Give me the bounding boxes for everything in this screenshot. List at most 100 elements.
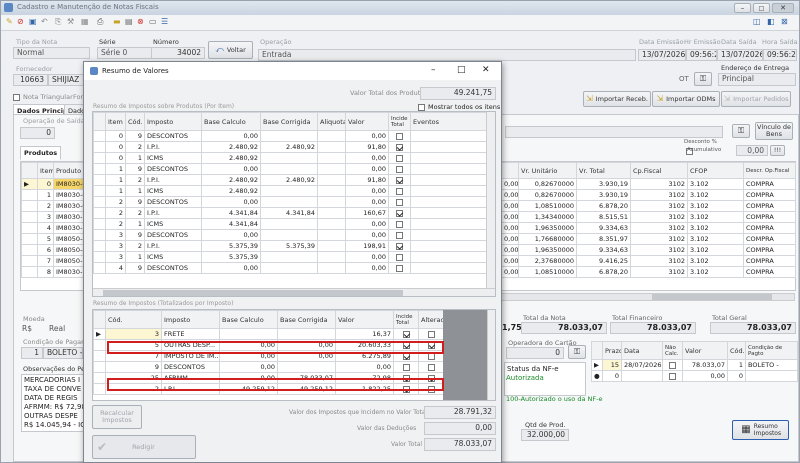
vinculo-bens-button[interactable]: Vínculo de Bens bbox=[755, 122, 793, 140]
tab-produtos[interactable]: Produtos bbox=[20, 146, 62, 160]
table-row[interactable]: 0,00 1,76680000 8.351,97 3102 3.102 COMPRA bbox=[501, 233, 796, 245]
table-row[interactable]: 8 IM8030-1 bbox=[21, 266, 90, 278]
incide-checkbox[interactable] bbox=[396, 264, 403, 272]
importar-odms-button[interactable]: ⇲ Importar ODMs bbox=[652, 91, 720, 107]
dialog-maximize-button[interactable]: □ bbox=[457, 65, 466, 75]
table-row[interactable]: 0,00 0,82670000 3.930,19 3102 3.102 COMPRA bbox=[501, 189, 796, 201]
condicao-code-field[interactable]: 1 bbox=[21, 347, 43, 359]
table-row[interactable]: 2 IM8030-0 bbox=[21, 200, 90, 212]
serie-field[interactable]: Série 0 bbox=[97, 47, 152, 59]
dialog-minimize-button[interactable]: – bbox=[431, 65, 436, 75]
incide-checkbox[interactable] bbox=[396, 242, 403, 250]
print-icon[interactable]: ⎙ bbox=[97, 18, 103, 26]
table-row[interactable]: 0 1 ICMS 2.480,92 0,00 bbox=[93, 152, 487, 164]
cancel-icon[interactable]: ⊘ bbox=[17, 18, 24, 26]
table-row[interactable]: 5 IM8050-8 bbox=[21, 233, 90, 245]
incide-checkbox[interactable] bbox=[402, 363, 410, 371]
undo-icon[interactable]: ↶ bbox=[41, 18, 48, 26]
save-icon[interactable]: ▣ bbox=[29, 18, 37, 26]
naocalc-checkbox[interactable] bbox=[669, 372, 676, 380]
table-row[interactable]: 0,00 1,34340000 8.515,51 3102 3.102 COMPRA bbox=[501, 211, 796, 223]
dialog-close-button[interactable]: ✕ bbox=[482, 65, 490, 75]
alterado-checkbox[interactable] bbox=[427, 330, 435, 338]
table-row[interactable]: 0,00 0,82670000 3.930,19 3102 3.102 COMPRA bbox=[501, 178, 796, 190]
table-row[interactable]: ● 0 0,00 0 bbox=[591, 370, 798, 382]
operadora-search-button[interactable]: ⚿ bbox=[568, 345, 586, 359]
hscroll-thumb[interactable] bbox=[103, 290, 403, 296]
table-row[interactable]: 9 DESCONTOS 0,00 0,00 bbox=[93, 361, 444, 373]
importar-pedidos-button[interactable]: ⇲ Importar Pedidos bbox=[721, 91, 791, 107]
window-close-icon[interactable]: ⊠ bbox=[781, 18, 788, 26]
table-row[interactable]: 2 9 DESCONTOS 0,00 0,00 bbox=[93, 196, 487, 208]
table-row[interactable]: 1 9 DESCONTOS 0,00 0,00 bbox=[93, 163, 487, 175]
table-row[interactable]: 3 1 ICMS 5.375,39 0,00 bbox=[93, 251, 487, 263]
key-button-2[interactable]: ⚿ bbox=[732, 124, 750, 138]
minimize-button[interactable]: – bbox=[734, 3, 751, 13]
report-icon[interactable]: ▤ bbox=[125, 18, 133, 26]
table-row[interactable]: 4 9 DESCONTOS 0,00 0,00 bbox=[93, 262, 487, 274]
folder-icon[interactable]: ▬ bbox=[113, 18, 121, 26]
window-tile-icon[interactable]: ◫ bbox=[753, 18, 761, 26]
incide-checkbox[interactable] bbox=[396, 231, 403, 239]
incide-checkbox[interactable] bbox=[396, 143, 403, 151]
endereco-field[interactable]: Principal bbox=[718, 73, 796, 86]
recalcular-button[interactable]: Recalcular Impostos bbox=[92, 405, 142, 429]
table-row[interactable]: 0,00 1,08510000 6.878,20 3102 3.102 COMPRA bbox=[501, 200, 796, 212]
naocalc-checkbox[interactable] bbox=[669, 361, 676, 369]
table-row[interactable]: 1 IM8030-0 bbox=[21, 189, 90, 201]
edit-icon[interactable]: ✎ bbox=[6, 18, 13, 26]
window-split-icon[interactable]: ◧ bbox=[767, 18, 775, 26]
table-row[interactable]: 2 2 I.P.I. 4.341,84 4.341,84 160,67 bbox=[93, 207, 487, 219]
operadora-field[interactable]: 0 bbox=[506, 347, 564, 359]
alterado-checkbox[interactable] bbox=[427, 363, 435, 371]
scroll-thumb[interactable] bbox=[652, 294, 772, 300]
table-row[interactable]: 7 IM8050-1 bbox=[21, 255, 90, 267]
incide-checkbox[interactable] bbox=[396, 154, 403, 162]
table-row[interactable]: 3 IM8030-1 bbox=[21, 211, 90, 223]
grid-icon[interactable]: ▦ bbox=[81, 18, 89, 26]
table-row[interactable]: 0,00 1,96350000 9.334,63 3102 3.102 COMPRA bbox=[501, 244, 796, 256]
voltar-button[interactable]: ⤺ Voltar bbox=[208, 41, 253, 59]
operacao-saida-field[interactable]: 0 bbox=[20, 127, 55, 139]
fornecedor-code-field[interactable]: 10663 bbox=[13, 74, 48, 86]
mostrar-todos-checkbox[interactable] bbox=[418, 103, 425, 111]
fornecedor-name-field[interactable]: SHIJIAZ bbox=[48, 74, 86, 86]
impostos-item-vscroll[interactable] bbox=[486, 112, 495, 288]
impostos-item-hscroll[interactable] bbox=[93, 288, 495, 296]
desconto-field[interactable]: 0,00 bbox=[736, 145, 768, 156]
table-row[interactable]: 3 2 I.P.I. 5.375,39 5.375,39 198,91 bbox=[93, 240, 487, 252]
nota-triangular-checkbox[interactable] bbox=[13, 93, 20, 101]
apply-discount-button[interactable]: !!! bbox=[770, 145, 785, 156]
impostos-total-vscroll[interactable] bbox=[487, 310, 495, 400]
incide-checkbox[interactable] bbox=[396, 198, 403, 206]
incide-checkbox[interactable] bbox=[396, 176, 403, 184]
table-row[interactable]: 0,00 1,08510000 6.878,20 3102 3.102 COMPRA bbox=[501, 266, 796, 278]
redigir-button[interactable]: ✔ Redigir bbox=[92, 435, 196, 459]
copy-icon[interactable]: ⎘ bbox=[55, 18, 61, 26]
close-button[interactable]: ✕ bbox=[772, 3, 794, 13]
table-row[interactable]: ▶ 0 IM8030-6 bbox=[21, 178, 90, 190]
table-row[interactable]: 0,00 2,37680000 9.416,25 3102 3.102 COMPRA bbox=[501, 255, 796, 267]
list-icon[interactable]: ☰ bbox=[161, 18, 168, 26]
table-row[interactable]: 2 1 ICMS 4.341,84 0,00 bbox=[93, 218, 487, 230]
incide-checkbox[interactable] bbox=[396, 132, 403, 140]
table-row[interactable]: 1 1 ICMS 2.480,92 0,00 bbox=[93, 185, 487, 197]
importar-receb-button[interactable]: ⇲ Importar Receb. bbox=[583, 91, 651, 107]
data-emissao-field[interactable]: 13/07/2026 bbox=[638, 49, 686, 61]
table-row[interactable]: 4 IM8030-1 bbox=[21, 222, 90, 234]
block-icon[interactable]: ⊗ bbox=[137, 18, 144, 26]
tools-icon[interactable]: ⚒ bbox=[67, 18, 74, 26]
aux-field[interactable] bbox=[505, 126, 723, 138]
table-row[interactable]: 6 IM8050-8 bbox=[21, 244, 90, 256]
data-saida-field[interactable]: 13/07/2026 bbox=[717, 49, 763, 61]
tipo-nota-field[interactable]: Normal bbox=[13, 47, 90, 59]
numero-field[interactable]: 34002 bbox=[151, 47, 205, 59]
table-row[interactable]: ▶ 15 28/07/2026 78.033,07 1 BOLETO - bbox=[591, 359, 798, 371]
hr-emissao-field[interactable]: 09:56:24 bbox=[686, 49, 717, 61]
resumo-impostos-button[interactable]: ▦ Resumo Impostos bbox=[732, 420, 789, 440]
table-row[interactable]: 0 9 DESCONTOS 0,00 0,00 bbox=[93, 130, 487, 142]
table-row[interactable]: ▶ 3 FRETE 16,37 bbox=[93, 328, 444, 340]
incide-checkbox[interactable] bbox=[396, 209, 403, 217]
hora-saida-field[interactable]: 09:56:24 bbox=[763, 49, 797, 61]
document-icon[interactable]: ▭ bbox=[149, 18, 157, 26]
